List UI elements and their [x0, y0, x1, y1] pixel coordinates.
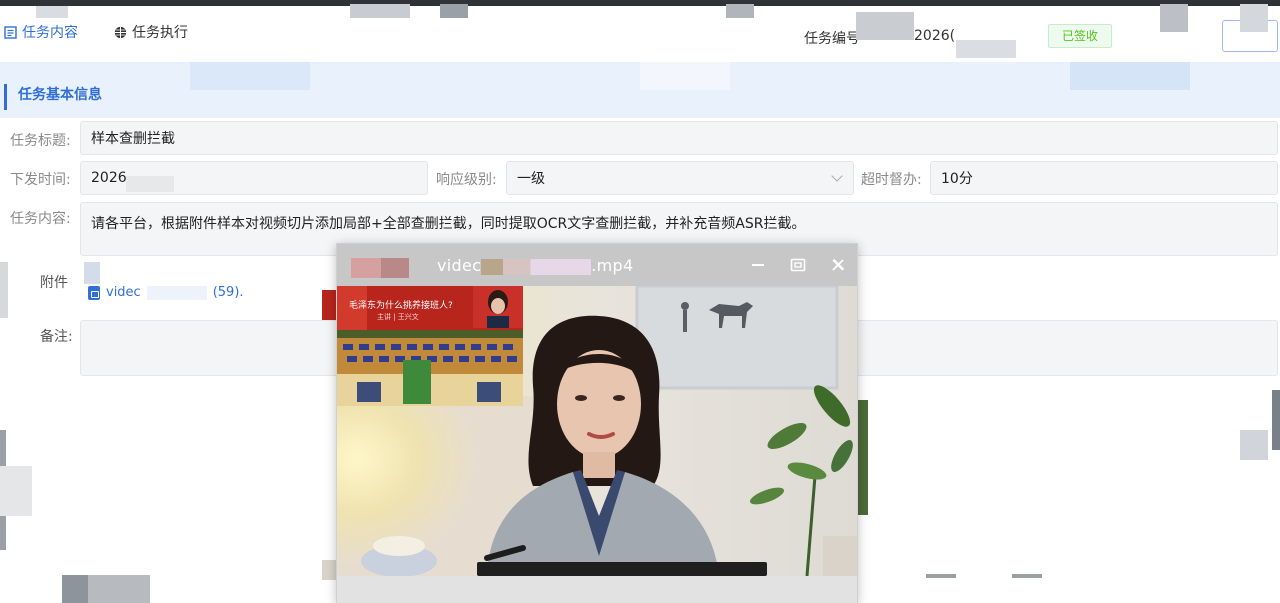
player-controls-bar[interactable]: [337, 576, 857, 603]
player-title-suffix: .mp4: [591, 256, 634, 275]
mosaic-block: [481, 258, 592, 275]
mosaic-block: [856, 12, 914, 40]
mosaic-block: [926, 574, 956, 578]
task-title-value: 样本查删拦截: [91, 131, 175, 147]
tab-task-content[interactable]: 任务内容: [4, 22, 78, 42]
player-titlebar[interactable]: videc .mp4: [337, 244, 857, 286]
top-bar: 任务内容 任务执行 任务编号 2026( 已签收: [0, 6, 1280, 56]
video-player-window[interactable]: videc .mp4 毛泽东为什么挑养接班人? 主讲 | 王兴文: [336, 243, 858, 603]
timeout-field[interactable]: 10分: [930, 161, 1278, 195]
mosaic-block: [640, 62, 730, 90]
video-file-icon: [88, 285, 100, 300]
mosaic-block: [146, 285, 207, 300]
inset-caption: 毛泽东为什么挑养接班人?: [349, 301, 453, 311]
tab-task-content-label: 任务内容: [22, 25, 78, 41]
section-title: 任务基本信息: [18, 87, 102, 103]
mosaic-block: [36, 6, 68, 18]
mosaic-block: [1240, 4, 1268, 32]
mosaic-block: [1272, 390, 1280, 450]
mosaic-block: [88, 575, 150, 603]
player-title-prefix: videc: [437, 256, 482, 275]
picture-in-picture-icon[interactable]: [789, 256, 807, 274]
response-level-select[interactable]: 一级: [506, 161, 854, 195]
mosaic-block: [350, 4, 410, 18]
globe-icon: [114, 26, 127, 38]
mosaic-block: [1160, 4, 1188, 32]
mosaic-block: [0, 466, 32, 516]
task-content-label: 任务内容:: [10, 211, 71, 227]
chevron-down-icon: [831, 170, 843, 182]
tab-task-execute-label: 任务执行: [132, 25, 188, 41]
mosaic-block: [858, 400, 868, 515]
mosaic-block: [726, 4, 754, 18]
attachment-name: videc: [106, 285, 141, 300]
mosaic-block: [956, 40, 1016, 58]
issue-time-value: 2026: [91, 170, 127, 186]
attachment-link[interactable]: videc (59).: [88, 285, 244, 300]
mosaic-block: [126, 176, 174, 192]
task-number-value: 2026(: [914, 28, 956, 44]
mosaic-block: [1240, 430, 1268, 460]
section-accent-bar: [4, 84, 7, 110]
status-badge: 已签收: [1048, 24, 1112, 48]
task-detail-page: 任务内容 任务执行 任务编号 2026( 已签收 任务基本信息 任务标题: 样本…: [0, 0, 1280, 603]
inset-video: 毛泽东为什么挑养接班人? 主讲 | 王兴文: [337, 286, 523, 406]
mosaic-block: [440, 4, 468, 18]
mosaic-block: [1070, 62, 1190, 90]
document-icon: [4, 25, 17, 39]
task-number-label: 任务编号: [804, 31, 860, 47]
close-icon[interactable]: [829, 256, 847, 274]
remark-label: 备注:: [40, 329, 73, 345]
inset-subtitle: 主讲 | 王兴文: [377, 313, 419, 321]
response-level-value: 一级: [517, 171, 545, 187]
issue-time-label: 下发时间:: [10, 172, 71, 188]
mosaic-block: [0, 262, 8, 318]
task-title-label: 任务标题:: [10, 133, 71, 149]
mosaic-block: [62, 575, 88, 603]
mosaic-block: [1012, 574, 1042, 578]
video-frame[interactable]: 毛泽东为什么挑养接班人? 主讲 | 王兴文: [337, 286, 857, 576]
timeout-value: 10分: [941, 171, 973, 187]
attachment-suffix: (59).: [212, 285, 244, 300]
timeout-label: 超时督办:: [861, 172, 922, 188]
task-content-value: 请各平台，根据附件样本对视频切片添加局部+全部查删拦截，同时提取OCR文字查删拦…: [91, 216, 806, 232]
player-title: videc .mp4: [437, 256, 633, 275]
mosaic-block: [84, 262, 100, 284]
task-title-field[interactable]: 样本查删拦截: [80, 121, 1278, 155]
minimize-icon[interactable]: [749, 256, 767, 274]
mosaic-block: [351, 258, 381, 278]
response-level-label: 响应级别:: [436, 172, 497, 188]
mosaic-block: [381, 258, 409, 278]
tab-task-execute[interactable]: 任务执行: [104, 14, 204, 50]
attachment-label: 附件: [40, 275, 68, 291]
mosaic-block: [190, 62, 310, 90]
